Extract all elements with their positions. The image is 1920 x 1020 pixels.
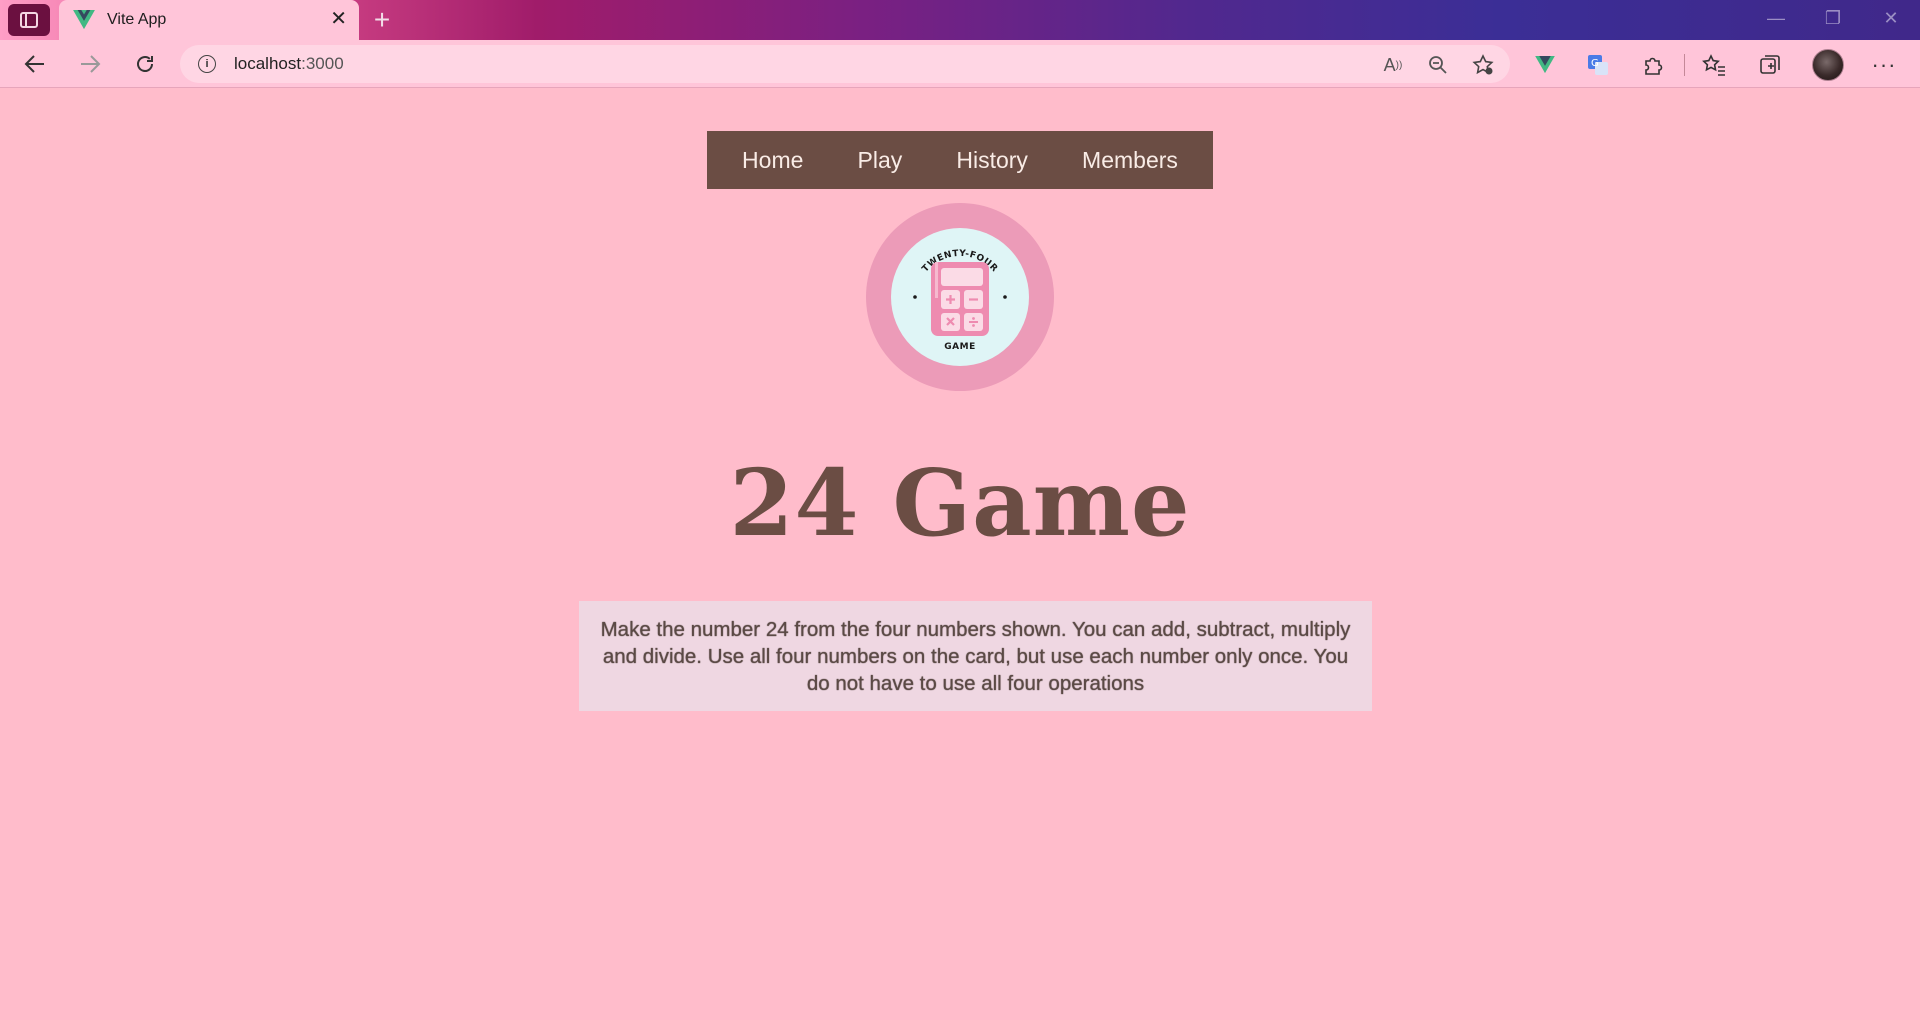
forward-button[interactable] [72, 48, 108, 80]
minimize-icon[interactable]: — [1756, 8, 1796, 29]
main-nav: Home Play History Members [707, 131, 1213, 189]
twenty-four-game-logo: TWENTY-FOUR GAME [866, 203, 1054, 391]
profile-avatar[interactable] [1812, 49, 1844, 81]
rules-text: Make the number 24 from the four numbers… [600, 617, 1351, 695]
sidebar-icon [20, 12, 38, 28]
tab-close-icon[interactable]: ✕ [330, 9, 347, 29]
nav-play-link[interactable]: Play [858, 147, 903, 174]
nav-home-link[interactable]: Home [742, 147, 803, 174]
translate-icon[interactable]: G [1583, 52, 1613, 78]
read-aloud-icon[interactable]: A)) [1380, 54, 1406, 76]
vue-devtools-icon[interactable] [1530, 52, 1560, 78]
browser-title-bar: Vite App ✕ + — ❐ ✕ [0, 0, 1920, 40]
rules-box: Make the number 24 from the four numbers… [579, 601, 1372, 711]
address-bar[interactable]: i localhost:3000 A)) [180, 45, 1510, 83]
page-title: 24 Game [729, 449, 1191, 557]
browser-tab[interactable]: Vite App ✕ [59, 0, 359, 40]
toolbar-separator [1684, 54, 1685, 76]
nav-history-link[interactable]: History [956, 147, 1028, 174]
zoom-out-icon[interactable] [1425, 54, 1451, 76]
more-menu-icon[interactable]: ··· [1869, 52, 1899, 78]
back-arrow-icon [24, 55, 44, 73]
favorites-icon[interactable] [1699, 52, 1729, 78]
nav-members-link[interactable]: Members [1082, 147, 1178, 174]
extensions-puzzle-icon[interactable] [1638, 52, 1668, 78]
new-tab-button[interactable]: + [368, 4, 396, 36]
favorite-star-icon[interactable] [1470, 54, 1496, 76]
collections-icon[interactable] [1755, 52, 1785, 78]
url-text: localhost:3000 [234, 54, 344, 73]
site-info-icon[interactable]: i [198, 55, 216, 73]
svg-text:G: G [1591, 58, 1599, 69]
restore-icon[interactable]: ❐ [1813, 8, 1853, 29]
vue-favicon-icon [73, 10, 95, 30]
close-window-icon[interactable]: ✕ [1871, 8, 1911, 29]
back-button[interactable] [17, 48, 53, 80]
refresh-icon [137, 56, 153, 72]
refresh-button[interactable] [127, 48, 163, 80]
logo-bottom-text: GAME [944, 342, 975, 352]
logo-badge: TWENTY-FOUR GAME [891, 228, 1029, 366]
page-content: Home Play History Members TWENTY-FOUR GA… [0, 89, 1920, 1020]
sidebar-toggle-button[interactable] [8, 4, 50, 36]
calculator-icon: TWENTY-FOUR GAME [913, 249, 1007, 352]
forward-arrow-icon [81, 55, 101, 73]
browser-toolbar: i localhost:3000 A)) G ··· [0, 40, 1920, 88]
tab-title: Vite App [107, 11, 167, 28]
